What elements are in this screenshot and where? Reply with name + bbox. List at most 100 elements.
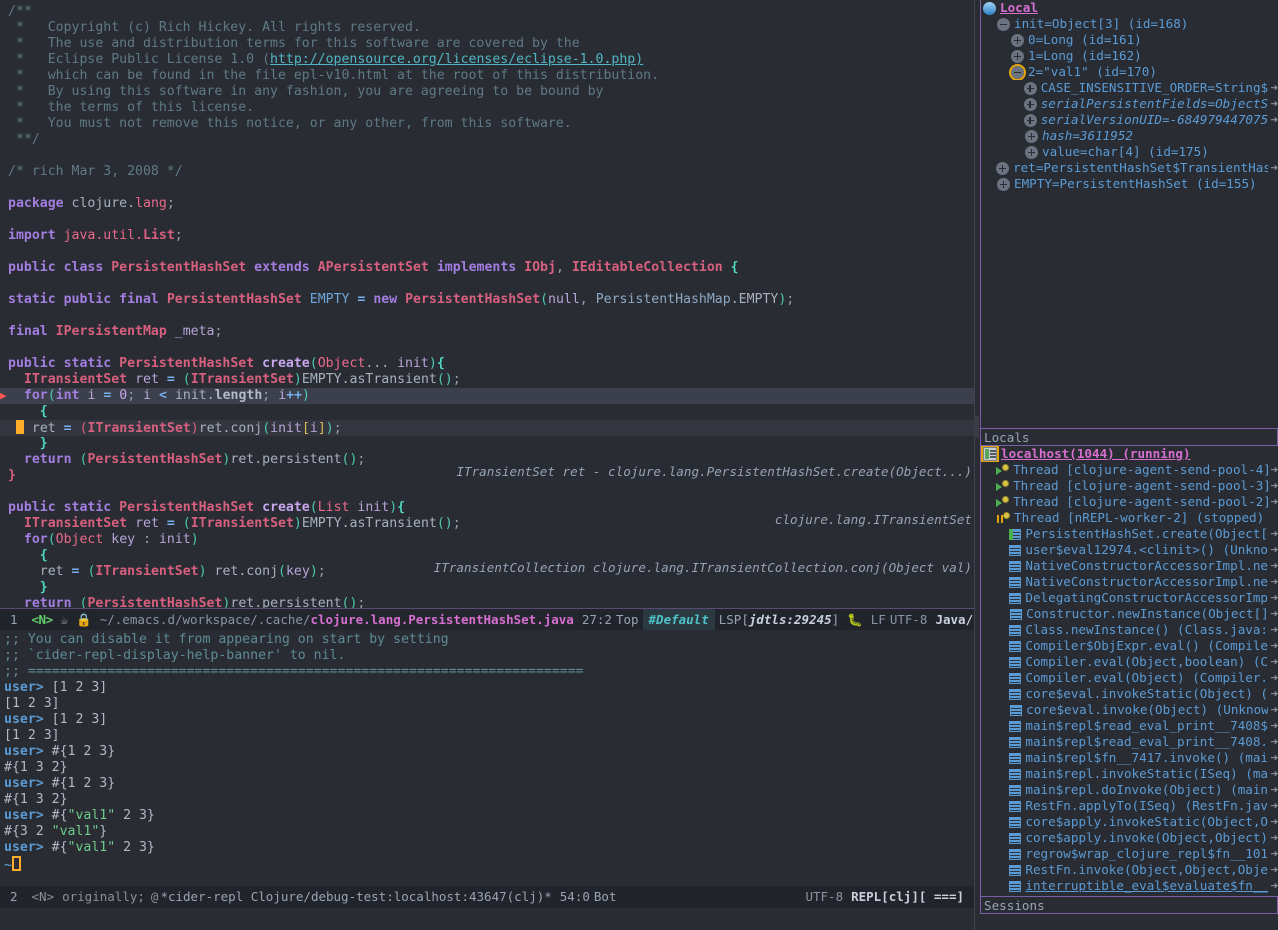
stack-frame-icon[interactable] — [1009, 753, 1021, 764]
tree-row-label: Thread [clojure-agent-send-pool-3] ( — [1013, 478, 1268, 494]
stack-frame-icon[interactable] — [1009, 737, 1021, 748]
stack-frame-icon[interactable] — [1009, 801, 1021, 812]
stack-frame-icon[interactable] — [1009, 577, 1021, 588]
stack-frame-icon[interactable] — [1009, 849, 1021, 860]
locals-variable-tree[interactable]: Localinit=Object[3] (id=168)0=Long (id=1… — [980, 0, 1278, 428]
tree-row[interactable]: init=Object[3] (id=168) — [981, 16, 1278, 32]
tree-row[interactable]: Thread [clojure-agent-send-pool-2] (➜ — [981, 494, 1278, 510]
buffer-file-name[interactable]: clojure.lang.PersistentHashSet.java — [310, 609, 577, 631]
sessions-thread-tree[interactable]: localhost(1044) (running)Thread [clojure… — [980, 446, 1278, 912]
tree-row[interactable]: CASE_INSENSITIVE_ORDER=String$C➜ — [981, 80, 1278, 96]
tree-row[interactable]: user$eval12974.<clinit>() (Unknown➜ — [981, 542, 1278, 558]
tree-row[interactable]: Thread [nREPL-worker-2] (stopped) — [981, 510, 1278, 526]
license-link[interactable]: http://opensource.org/licenses/eclipse-1… — [270, 52, 643, 67]
expand-plus-icon[interactable] — [997, 178, 1010, 191]
tree-row[interactable]: Local — [981, 0, 1278, 16]
expand-plus-icon[interactable] — [1025, 146, 1038, 159]
scrollbar-thumb[interactable] — [974, 416, 979, 438]
tree-row[interactable]: PersistentHashSet.create(Object[])➜ — [981, 526, 1278, 542]
tree-row[interactable]: core$eval.invokeStatic(Object) (Un➜ — [981, 686, 1278, 702]
stack-frame-icon[interactable] — [1010, 609, 1022, 620]
tree-row[interactable]: 2="val1" (id=170) — [981, 64, 1278, 80]
stack-frame-current-icon[interactable] — [1009, 529, 1021, 540]
tree-row[interactable]: core$eval.invoke(Object) (Unknown➜ — [981, 702, 1278, 718]
thread-stopped-icon[interactable] — [997, 512, 1010, 524]
scope-ball-icon[interactable] — [983, 2, 996, 15]
expand-plus-icon[interactable] — [1024, 82, 1037, 95]
stack-frame-icon[interactable] — [1009, 641, 1021, 652]
stack-frame-icon[interactable] — [1009, 593, 1021, 604]
tree-row[interactable]: serialVersionUID=-6849794470754➜ — [981, 112, 1278, 128]
server-icon[interactable] — [983, 447, 997, 461]
stack-frame-icon[interactable] — [1009, 545, 1021, 556]
stack-frame-icon[interactable] — [1009, 673, 1021, 684]
truncation-arrow-icon: ➜ — [1268, 846, 1278, 862]
workspace-indicator[interactable]: #Default — [643, 609, 715, 631]
at-sign-icon: @ — [149, 886, 161, 908]
stack-frame-icon[interactable] — [1009, 561, 1021, 572]
tree-row[interactable]: RestFn.invoke(Object,Object,Object➜ — [981, 862, 1278, 878]
tree-row[interactable]: Compiler$ObjExpr.eval() (Compiler.➜ — [981, 638, 1278, 654]
stack-frame-icon[interactable] — [1009, 689, 1021, 700]
tree-row[interactable]: main$repl$fn__7417.invoke() (main.➜ — [981, 750, 1278, 766]
tree-row[interactable]: Constructor.newInstance(Object[])➜ — [981, 606, 1278, 622]
thread-running-icon[interactable] — [996, 464, 1009, 476]
tree-row[interactable]: main$repl$read_eval_print__7408.in➜ — [981, 734, 1278, 750]
tree-row[interactable]: value=char[4] (id=175) — [981, 144, 1278, 160]
tree-row[interactable]: 0=Long (id=161) — [981, 32, 1278, 48]
tree-row[interactable]: ret=PersistentHashSet$TransientHashS➜ — [981, 160, 1278, 176]
expand-plus-icon[interactable] — [1024, 114, 1037, 127]
tree-row[interactable]: core$apply.invokeStatic(Object,Obj➜ — [981, 814, 1278, 830]
stack-frame-icon[interactable] — [1009, 785, 1021, 796]
truncation-arrow-icon: ➜ — [1268, 494, 1278, 510]
expand-plus-icon[interactable] — [1011, 34, 1024, 47]
tree-row[interactable]: Compiler.eval(Object) (Compiler.ja➜ — [981, 670, 1278, 686]
buffer-path-dir[interactable]: ~/.emacs.d/workspace/.cache/ — [96, 609, 311, 631]
tree-row[interactable]: Thread [clojure-agent-send-pool-3] (➜ — [981, 478, 1278, 494]
tree-row[interactable]: NativeConstructorAccessorImpl.newI➜ — [981, 574, 1278, 590]
expand-plus-icon[interactable] — [1011, 50, 1024, 63]
code-lines[interactable]: /** * Copyright (c) Rich Hickey. All rig… — [0, 0, 974, 608]
tree-row[interactable]: regrow$wrap_clojure_repl$fn__10177➜ — [981, 846, 1278, 862]
stack-frame-icon[interactable] — [1009, 817, 1021, 828]
tree-row[interactable]: serialPersistentFields=ObjectSt➜ — [981, 96, 1278, 112]
java-source-buffer[interactable]: /** * Copyright (c) Rich Hickey. All rig… — [0, 0, 974, 608]
collapse-minus-icon[interactable] — [1011, 66, 1024, 79]
stack-frame-icon[interactable] — [1010, 705, 1022, 716]
tree-row[interactable]: localhost(1044) (running) — [981, 446, 1278, 462]
stack-frame-icon[interactable] — [1009, 625, 1021, 636]
tree-row[interactable]: Class.newInstance() (Class.java:44➜ — [981, 622, 1278, 638]
tree-row[interactable]: EMPTY=PersistentHashSet (id=155) — [981, 176, 1278, 192]
tree-row[interactable]: core$apply.invoke(Object,Object) (➜ — [981, 830, 1278, 846]
tree-row[interactable]: DelegatingConstructorAccessorImpl.➜ — [981, 590, 1278, 606]
expand-plus-icon[interactable] — [996, 162, 1009, 175]
tree-row[interactable]: interruptible_eval$evaluate$fn__94➜ — [981, 878, 1278, 894]
tree-row[interactable]: main$repl$read_eval_print__7408$fn➜ — [981, 718, 1278, 734]
tree-row[interactable]: main$repl.invokeStatic(ISeq) (main➜ — [981, 766, 1278, 782]
stack-frame-icon[interactable] — [1009, 721, 1021, 732]
code-line: public static PersistentHashSet create(O… — [0, 356, 974, 372]
tree-row[interactable]: 1=Long (id=162) — [981, 48, 1278, 64]
thread-running-icon[interactable] — [996, 480, 1009, 492]
stack-frame-icon[interactable] — [1009, 657, 1021, 668]
stack-frame-icon[interactable] — [1009, 833, 1021, 844]
tree-row[interactable]: hash=3611952 — [981, 128, 1278, 144]
stack-frame-icon[interactable] — [1009, 881, 1021, 892]
thread-running-icon[interactable] — [996, 496, 1009, 508]
stack-frame-icon[interactable] — [1009, 865, 1021, 876]
lsp-status[interactable]: LSP[jdtls:29245] — [715, 609, 843, 631]
tree-row-label: core$apply.invokeStatic(Object,Obj — [1025, 814, 1268, 830]
collapse-minus-icon[interactable] — [997, 18, 1010, 31]
stack-frame-icon[interactable] — [1009, 769, 1021, 780]
tree-row[interactable]: main$repl.doInvoke(Object) (main.c➜ — [981, 782, 1278, 798]
tree-row-label: RestFn.applyTo(ISeq) (RestFn.java: — [1025, 798, 1268, 814]
tree-row[interactable]: NativeConstructorAccessorImpl.newI➜ — [981, 558, 1278, 574]
expand-plus-icon[interactable] — [1024, 98, 1037, 111]
cider-repl-buffer[interactable]: ;; You can disable it from appearing on … — [0, 630, 974, 886]
bug-icon[interactable]: 🐛 — [843, 609, 867, 631]
tree-row[interactable]: Thread [clojure-agent-send-pool-4] (➜ — [981, 462, 1278, 478]
repl-buffer-name[interactable]: *cider-repl Clojure/debug-test:localhost… — [160, 886, 555, 908]
expand-plus-icon[interactable] — [1025, 130, 1038, 143]
tree-row[interactable]: RestFn.applyTo(ISeq) (RestFn.java:➜ — [981, 798, 1278, 814]
tree-row[interactable]: Compiler.eval(Object,boolean) (Com➜ — [981, 654, 1278, 670]
